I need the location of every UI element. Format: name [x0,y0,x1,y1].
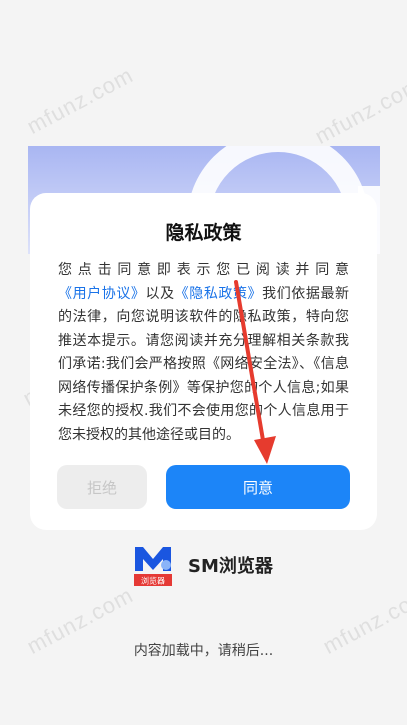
loading-status-text: 内容加载中，请稍后... [133,643,274,659]
body-text-2: 以及 [145,285,175,302]
dialog-title: 隐私政策 [165,222,242,244]
splash-screen: mfunz.com mfunz.com mfunz.com mfunz.com … [0,0,407,725]
watermark: mfunz.com [310,72,407,149]
brand: 浏览器 SM浏览器 [132,543,273,587]
logo-caption: 浏览器 [141,576,165,586]
decline-button[interactable]: 拒绝 [57,465,147,509]
watermark: mfunz.com [22,62,138,139]
privacy-policy-dialog: 隐私政策 您点击同意即表示您已阅读并同意《用户协议》以及《隐私政策》我们依据最新… [30,193,377,530]
brand-name: SM浏览器 [188,556,273,577]
body-text-1: 您点击同意即表示您已阅读并同意 [58,262,349,278]
body-text-3: 我们依据最新的法律，向您说明该软件的隐私政策，特向您推送本提示。请您阅读并充分理… [58,285,350,443]
privacy-policy-link[interactable]: 《隐私政策》 [175,286,262,302]
sm-browser-logo: 浏览器 [132,543,174,587]
agree-button[interactable]: 同意 [166,465,350,509]
dialog-body-text: 您点击同意即表示您已阅读并同意《用户协议》以及《隐私政策》我们依据最新的法律，向… [58,259,349,447]
user-agreement-link[interactable]: 《用户协议》 [58,286,145,302]
